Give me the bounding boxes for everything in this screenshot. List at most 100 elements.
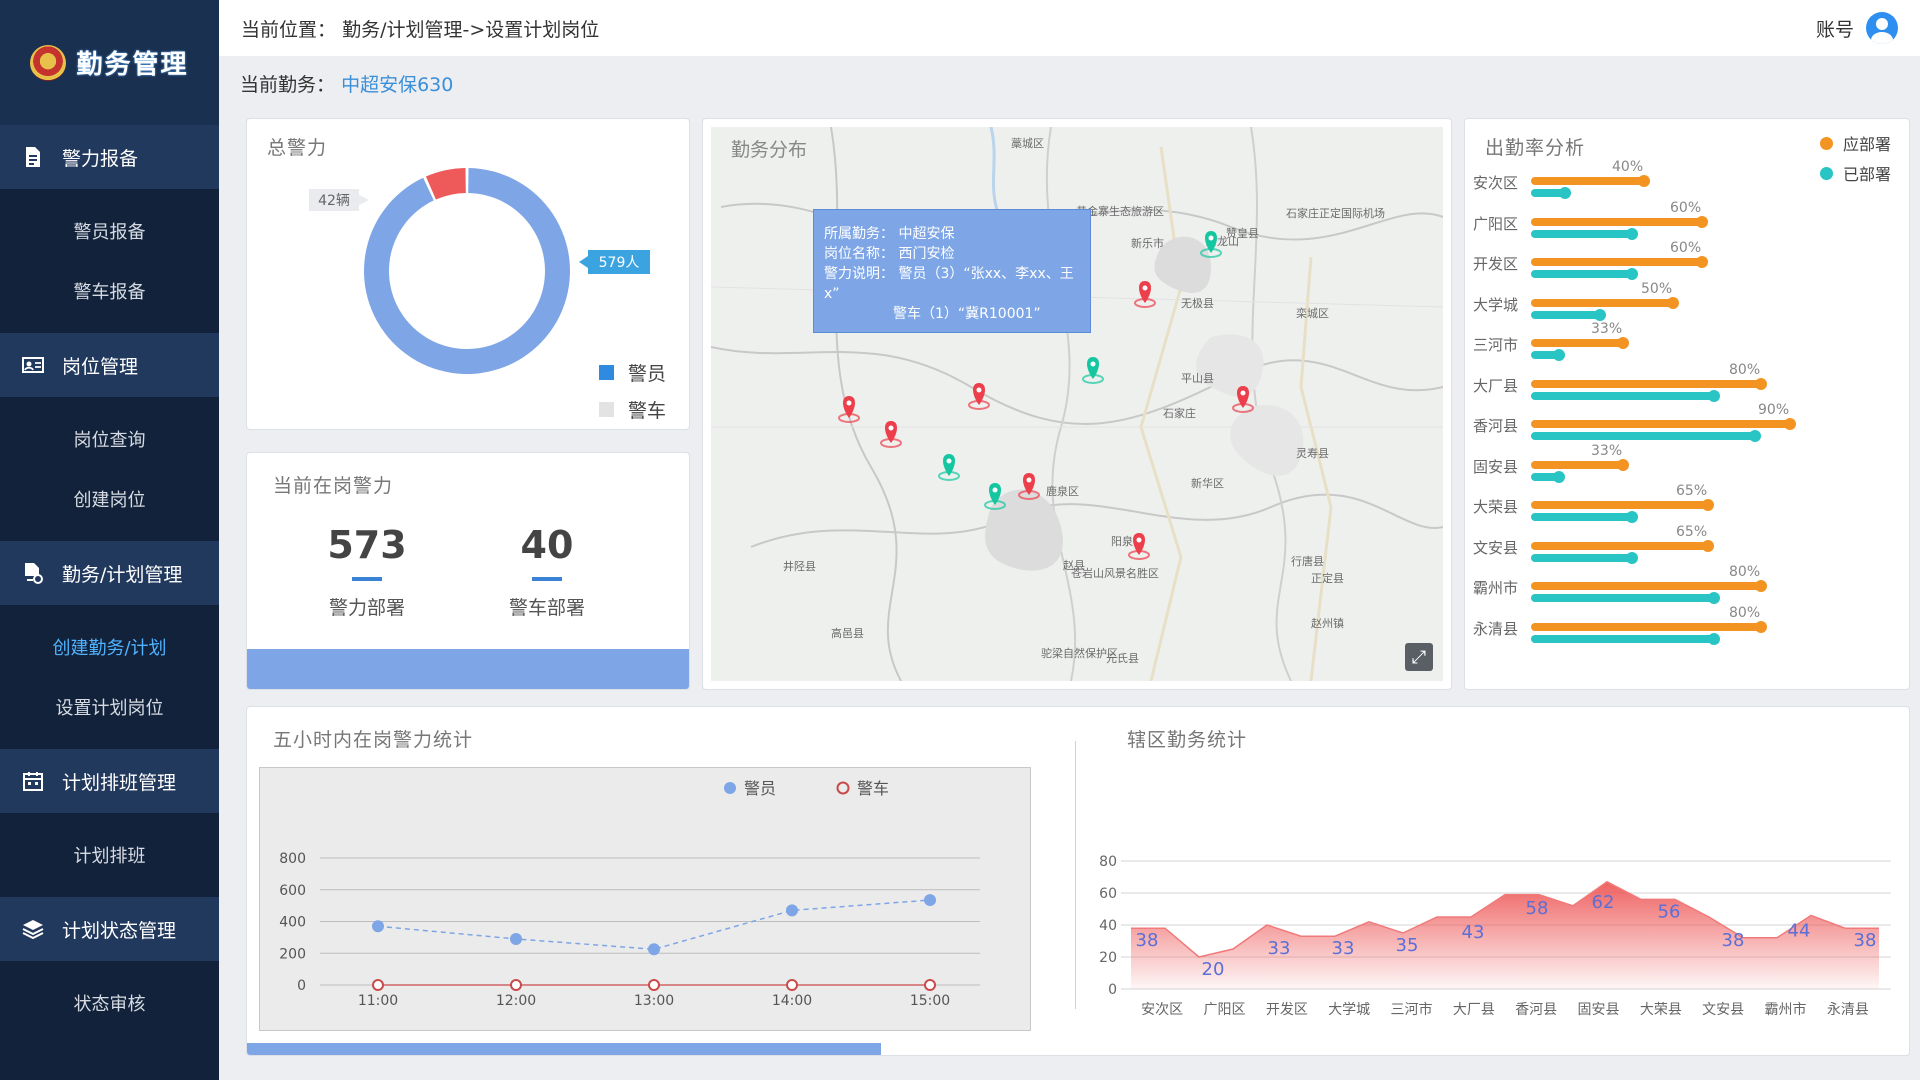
actual-deploy-bar[interactable] bbox=[1531, 511, 1638, 523]
police-data-point[interactable] bbox=[648, 943, 660, 956]
legend-vehicle[interactable]: 警车 bbox=[599, 396, 666, 423]
avatar-icon[interactable] bbox=[1866, 12, 1898, 44]
data-label: 62 bbox=[1592, 892, 1615, 913]
sidebar-item[interactable]: 创建勤务/计划 bbox=[0, 617, 219, 677]
sidebar-item[interactable]: 计划排班 bbox=[0, 825, 219, 885]
district-name: 文安县 bbox=[1473, 538, 1519, 557]
attendance-row: 大厂县 80% bbox=[1465, 362, 1909, 402]
red-location-pin-icon[interactable] bbox=[880, 421, 902, 448]
should-deploy-bar[interactable] bbox=[1531, 296, 1679, 309]
menu-group-2[interactable]: 勤务/计划管理 bbox=[0, 541, 219, 605]
vehicle-data-point[interactable] bbox=[786, 979, 798, 991]
sidebar: 勤务管理 警力报备警员报备 警车报备岗位管理岗位查询 创建岗位勤务/计划管理创建勤务… bbox=[0, 0, 219, 1080]
popup-task-label: 所属勤务： bbox=[824, 226, 894, 242]
actual-deploy-bar[interactable] bbox=[1531, 268, 1638, 280]
donut-slice-警车[interactable] bbox=[425, 168, 466, 200]
sidebar-item[interactable]: 创建岗位 bbox=[0, 469, 219, 529]
district-name: 大学城 bbox=[1473, 295, 1519, 314]
current-task-value[interactable]: 中超安保630 bbox=[341, 74, 453, 96]
actual-deploy-bar[interactable] bbox=[1531, 308, 1606, 321]
should-deploy-bar[interactable] bbox=[1531, 580, 1767, 592]
popup-task-value: 中超安保 bbox=[898, 226, 955, 242]
police-deployed: 573 警力部署 bbox=[307, 523, 427, 620]
horizontal-scrollbar[interactable] bbox=[247, 1043, 881, 1055]
total-force-card: 总警力 42辆 579人 警员 警车 bbox=[246, 118, 690, 430]
actual-deploy-bar[interactable] bbox=[1531, 551, 1638, 564]
legend-police[interactable]: 警员 bbox=[599, 359, 666, 386]
should-deploy-bar[interactable] bbox=[1531, 256, 1708, 268]
actual-deploy-bar[interactable] bbox=[1531, 187, 1571, 199]
sidebar-item[interactable]: 设置计划岗位 bbox=[0, 677, 219, 737]
police-data-point[interactable] bbox=[372, 920, 384, 933]
app-logo: 勤务管理 bbox=[0, 0, 219, 125]
account-label[interactable]: 账号 bbox=[1816, 15, 1854, 42]
vehicle-data-point[interactable] bbox=[924, 979, 936, 991]
y-tick-label: 0 bbox=[1108, 982, 1117, 998]
sidebar-item[interactable]: 状态审核 bbox=[0, 973, 219, 1033]
sidebar-item[interactable]: 警员报备 bbox=[0, 201, 219, 261]
map-card: 石家庄 鹿泉区 赵县 井陉县 苍岩山风景名胜区 阳泉 封龙山 正定县 藁城区 栾城区 平山县 黄金寨生… bbox=[702, 118, 1452, 690]
green-location-pin-icon[interactable] bbox=[1082, 357, 1104, 384]
y-tick-label: 20 bbox=[1099, 950, 1117, 966]
should-deploy-bar[interactable] bbox=[1531, 215, 1708, 228]
actual-deploy-bar[interactable] bbox=[1531, 349, 1565, 361]
should-deploy-bar[interactable] bbox=[1531, 418, 1796, 430]
vehicle-data-point[interactable] bbox=[648, 979, 660, 991]
attendance-percent: 65% bbox=[1676, 483, 1708, 499]
y-tick-label: 800 bbox=[279, 851, 306, 867]
actual-deploy-bar[interactable] bbox=[1531, 632, 1720, 645]
vehicle-data-point[interactable] bbox=[372, 979, 384, 991]
legend-police[interactable]: 警员 bbox=[744, 779, 776, 798]
actual-deploy-bar[interactable] bbox=[1531, 430, 1761, 442]
police-data-point[interactable] bbox=[924, 894, 936, 907]
attendance-percent: 40% bbox=[1612, 159, 1644, 175]
y-tick-label: 80 bbox=[1099, 854, 1117, 870]
attendance-percent: 60% bbox=[1670, 240, 1702, 256]
vehicle-data-point[interactable] bbox=[510, 979, 522, 991]
donut-slice-警员[interactable] bbox=[364, 168, 570, 375]
should-deploy-bar[interactable] bbox=[1531, 377, 1767, 390]
police-data-point[interactable] bbox=[786, 904, 798, 917]
district-name: 霸州市 bbox=[1473, 579, 1519, 597]
account-menu[interactable]: 账号 bbox=[1816, 12, 1898, 44]
legend-should[interactable]: 应部署 bbox=[1819, 131, 1891, 155]
map-place-label: 灵寿县 bbox=[1296, 446, 1329, 460]
should-deploy-bar[interactable] bbox=[1531, 175, 1650, 187]
district-area bbox=[1131, 881, 1879, 989]
green-location-pin-icon[interactable] bbox=[938, 454, 960, 481]
menu-group-1[interactable]: 岗位管理 bbox=[0, 333, 219, 397]
map-place-label: 井陉县 bbox=[783, 559, 816, 573]
red-location-pin-icon[interactable] bbox=[1134, 281, 1156, 308]
should-deploy-bar[interactable] bbox=[1531, 337, 1629, 349]
actual-deploy-bar[interactable] bbox=[1531, 227, 1638, 240]
police-deployed-label: 警力部署 bbox=[328, 597, 405, 619]
police-data-point[interactable] bbox=[510, 932, 522, 945]
data-label: 58 bbox=[1526, 898, 1549, 919]
should-deploy-bar[interactable] bbox=[1531, 620, 1767, 633]
police-badge-icon bbox=[30, 44, 67, 81]
submenu: 状态审核 bbox=[0, 961, 219, 1045]
should-deploy-bar[interactable] bbox=[1531, 539, 1714, 552]
data-label: 38 bbox=[1722, 930, 1745, 951]
attendance-percent: 65% bbox=[1676, 523, 1708, 540]
should-deploy-bar[interactable] bbox=[1531, 499, 1714, 511]
police-callout-arrow bbox=[579, 256, 588, 268]
menu-group-4[interactable]: 计划状态管理 bbox=[0, 897, 219, 961]
data-label: 20 bbox=[1202, 959, 1225, 980]
vehicle-deployed-value: 40 bbox=[520, 523, 574, 567]
district-name: 安次区 bbox=[1473, 174, 1519, 192]
sidebar-item[interactable]: 警车报备 bbox=[0, 261, 219, 321]
should-deploy-bar[interactable] bbox=[1531, 458, 1629, 471]
menu-group-0[interactable]: 警力报备 bbox=[0, 125, 219, 189]
menu-group-3[interactable]: 计划排班管理 bbox=[0, 749, 219, 813]
menu-group-label: 计划状态管理 bbox=[62, 919, 177, 942]
actual-deploy-bar[interactable] bbox=[1531, 389, 1720, 402]
card-footer-bar bbox=[247, 649, 689, 689]
actual-deploy-bar[interactable] bbox=[1531, 470, 1565, 483]
sidebar-item[interactable]: 岗位查询 bbox=[0, 409, 219, 469]
legend-vehicle[interactable]: 警车 bbox=[857, 779, 889, 798]
actual-deploy-bar[interactable] bbox=[1531, 592, 1720, 604]
popup-force-line2: 警车（1）“冀R10001” bbox=[893, 306, 1041, 322]
fullscreen-icon[interactable]: ⤢ bbox=[1405, 643, 1433, 671]
map-view[interactable]: 石家庄 鹿泉区 赵县 井陉县 苍岩山风景名胜区 阳泉 封龙山 正定县 藁城区 栾城区 平山县 黄金寨生… bbox=[711, 127, 1443, 681]
